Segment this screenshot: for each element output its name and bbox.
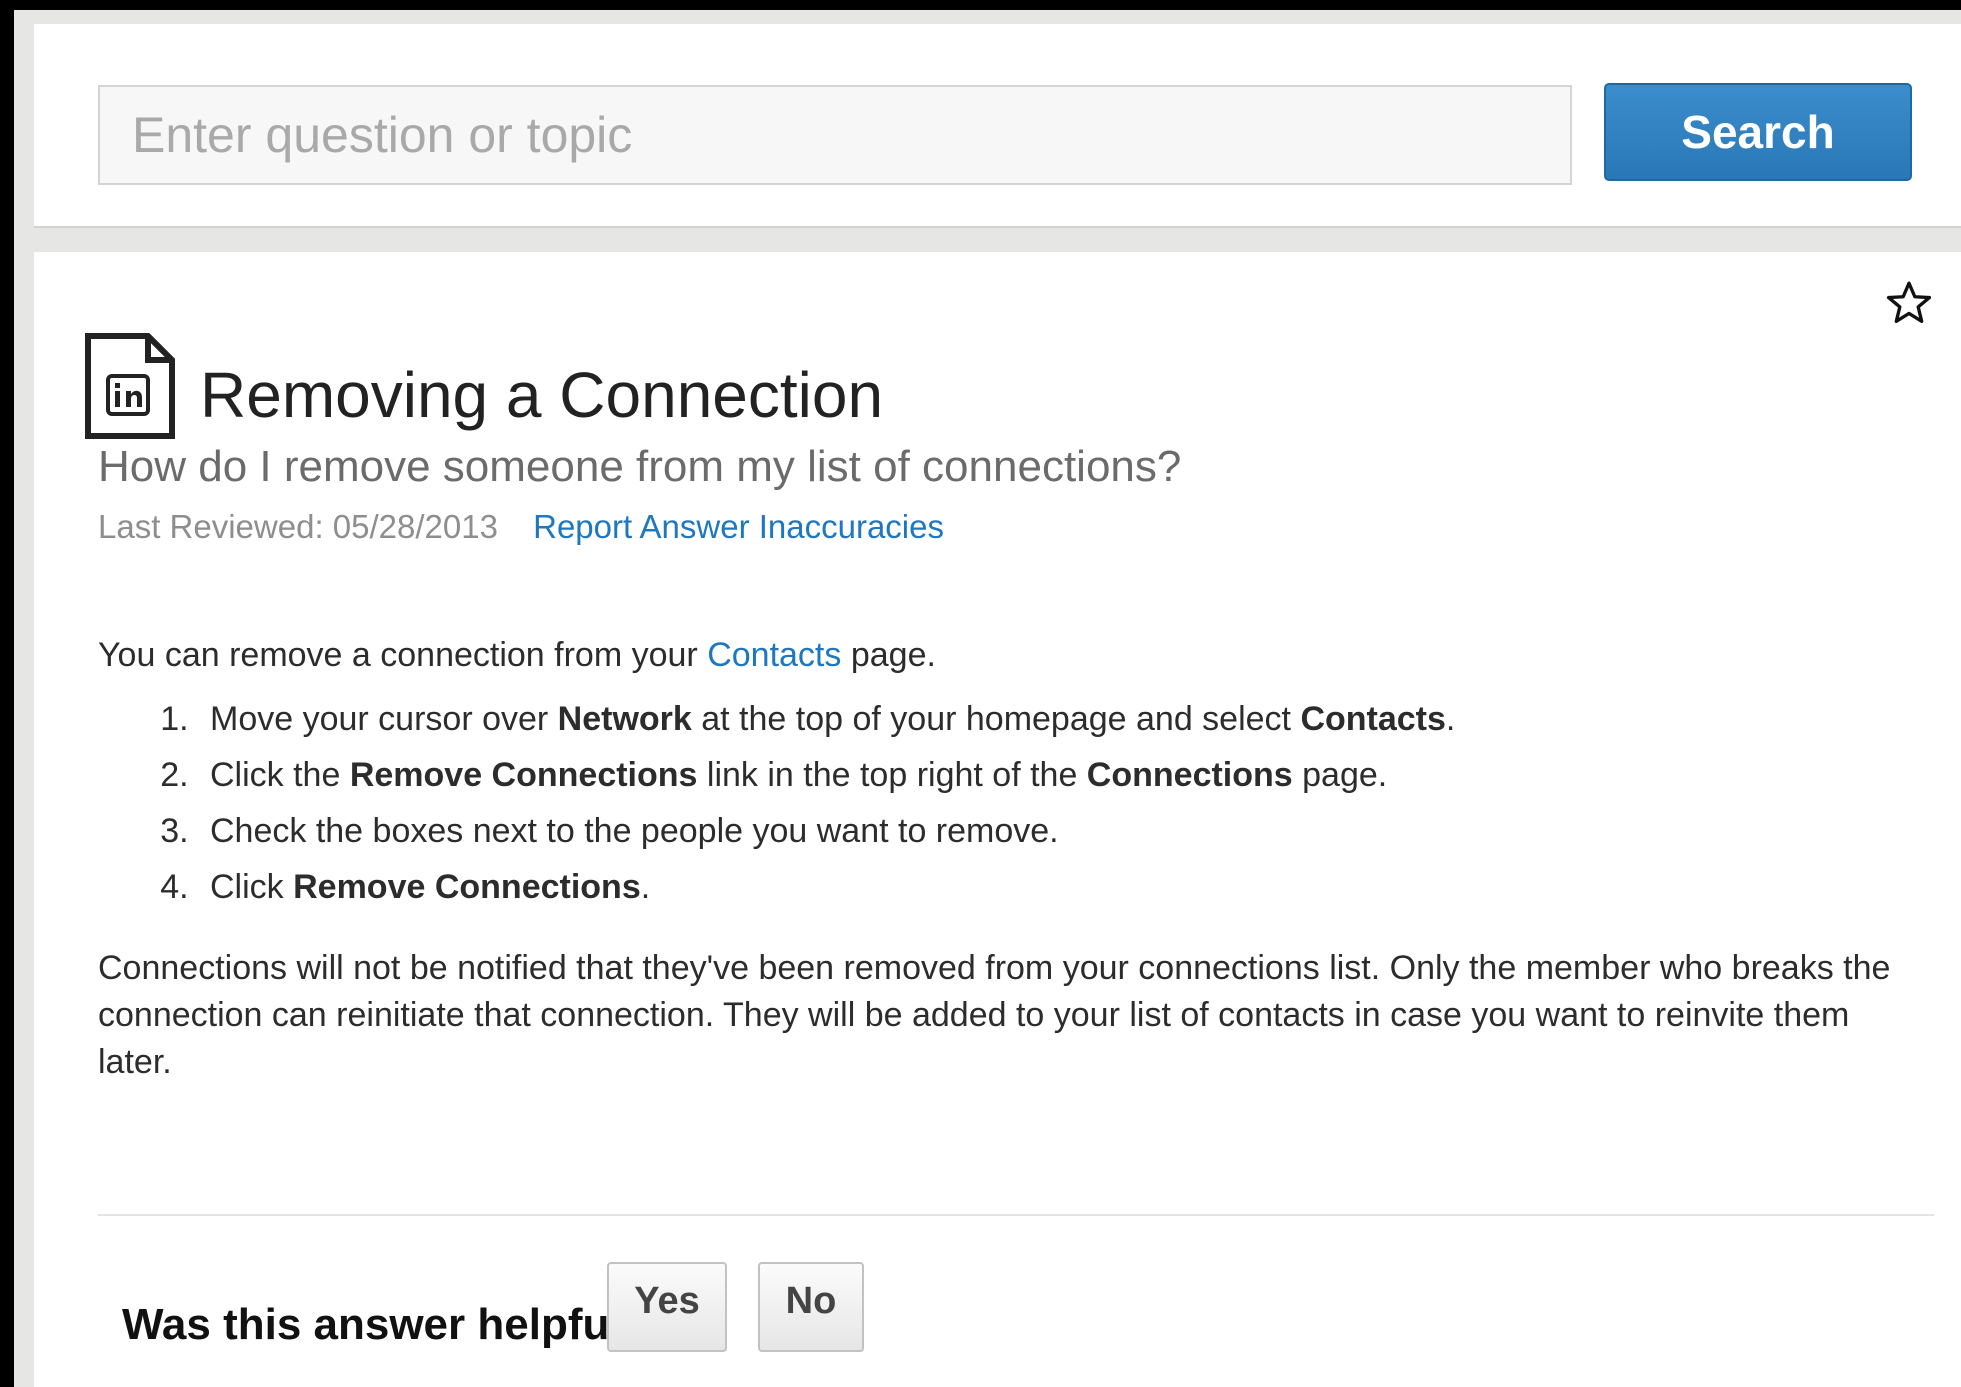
list-item: Click Remove Connections. bbox=[198, 859, 1898, 915]
note-paragraph: Connections will not be notified that th… bbox=[98, 949, 1891, 1081]
step-text: page. bbox=[1292, 756, 1388, 794]
step-bold-text: Remove Connections bbox=[349, 756, 698, 794]
step-text: Click bbox=[210, 868, 294, 906]
step-bold-text: Connections bbox=[1086, 756, 1293, 794]
star-icon[interactable] bbox=[1884, 278, 1934, 328]
step-text: link in the top right of the bbox=[697, 756, 1087, 794]
intro-text-end: page. bbox=[841, 636, 936, 674]
intro-paragraph: You can remove a connection from your Co… bbox=[98, 632, 1898, 679]
step-text: . bbox=[640, 868, 651, 906]
search-panel: Search bbox=[34, 24, 1961, 228]
article-title: Removing a Connection bbox=[200, 359, 884, 431]
step-text: . bbox=[1445, 700, 1456, 738]
no-button[interactable]: No bbox=[758, 1262, 864, 1352]
step-text: Click the bbox=[210, 756, 350, 794]
contacts-link[interactable]: Contacts bbox=[707, 636, 841, 674]
list-item: Check the boxes next to the people you w… bbox=[198, 803, 1898, 859]
step-text: Move your cursor over bbox=[210, 700, 558, 738]
search-input[interactable] bbox=[98, 85, 1572, 185]
list-item: Move your cursor over Network at the top… bbox=[198, 691, 1898, 747]
search-button[interactable]: Search bbox=[1604, 83, 1912, 181]
last-reviewed-date: Last Reviewed: 05/28/2013 bbox=[98, 508, 498, 545]
step-text: Check the boxes next to the people you w… bbox=[210, 812, 1059, 850]
page-frame: Search Removing a Connection How do I re… bbox=[14, 10, 1961, 1387]
article-subtitle: How do I remove someone from my list of … bbox=[98, 442, 1182, 491]
article-panel: Removing a Connection How do I remove so… bbox=[34, 252, 1961, 1387]
step-bold-text: Network bbox=[557, 700, 692, 738]
steps-list: Move your cursor over Network at the top… bbox=[98, 691, 1898, 915]
step-text: at the top of your homepage and select bbox=[691, 700, 1301, 738]
report-inaccuracies-link[interactable]: Report Answer Inaccuracies bbox=[533, 508, 944, 545]
article-body: You can remove a connection from your Co… bbox=[98, 632, 1898, 1086]
linkedin-document-icon bbox=[85, 333, 175, 439]
step-bold-text: Remove Connections bbox=[293, 868, 641, 906]
step-bold-text: Contacts bbox=[1300, 700, 1446, 738]
intro-text: You can remove a connection from your bbox=[98, 636, 708, 674]
yes-button[interactable]: Yes bbox=[607, 1262, 727, 1352]
divider bbox=[98, 1214, 1934, 1216]
article-meta: Last Reviewed: 05/28/2013 Report Answer … bbox=[98, 508, 944, 546]
helpful-question: Was this answer helpful? bbox=[122, 1300, 649, 1349]
list-item: Click the Remove Connections link in the… bbox=[198, 747, 1898, 803]
